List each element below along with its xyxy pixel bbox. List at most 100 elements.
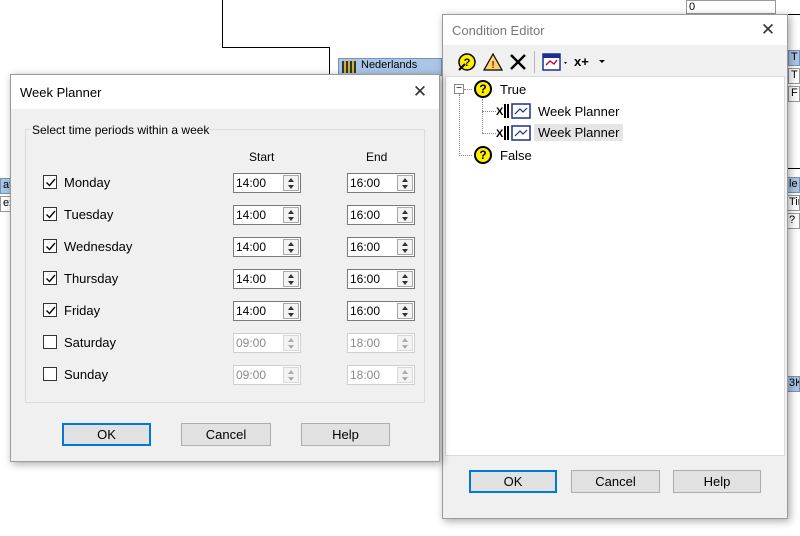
warning-icon[interactable]: ! bbox=[482, 52, 504, 72]
canvas-node-fragment[interactable]: ? bbox=[786, 213, 800, 229]
end-column-header: End bbox=[366, 150, 388, 164]
end-time-spinner[interactable]: 16:00 bbox=[347, 205, 415, 225]
start-time-spinner[interactable]: 09:00 bbox=[233, 365, 301, 385]
start-time-spinner[interactable]: 14:00 bbox=[233, 301, 301, 321]
week-planner-icon: X bbox=[496, 103, 532, 119]
start-time-spinner[interactable]: 14:00 bbox=[233, 173, 301, 193]
close-icon[interactable]: ✕ bbox=[409, 81, 431, 103]
tree-node-true[interactable]: True bbox=[500, 82, 526, 97]
end-time-spinner[interactable]: 16:00 bbox=[347, 269, 415, 289]
canvas-node-fragment[interactable]: T bbox=[788, 50, 800, 66]
day-checkbox[interactable] bbox=[43, 239, 57, 253]
start-time-spinner[interactable]: 14:00 bbox=[233, 237, 301, 257]
help-button[interactable]: Help bbox=[301, 423, 390, 446]
day-checkbox[interactable] bbox=[43, 207, 57, 221]
spin-arrows-icon[interactable] bbox=[283, 207, 299, 223]
condition-ok-button[interactable]: OK bbox=[469, 470, 557, 493]
day-checkbox[interactable] bbox=[43, 335, 57, 349]
spin-arrows-icon[interactable] bbox=[397, 239, 413, 255]
tree-node-week-planner-selected[interactable]: Week Planner bbox=[534, 124, 624, 141]
canvas-node-fragment[interactable]: F bbox=[788, 86, 800, 102]
spin-arrows-icon[interactable] bbox=[397, 271, 413, 287]
spin-arrows-icon[interactable] bbox=[397, 335, 413, 351]
dialog-title: Week Planner bbox=[20, 85, 102, 100]
connector-line bbox=[787, 14, 800, 15]
canvas-node-fragment[interactable]: 0 bbox=[686, 0, 776, 14]
spin-arrows-icon[interactable] bbox=[397, 367, 413, 383]
chevron-down-icon bbox=[599, 60, 605, 63]
day-label: Sunday bbox=[64, 367, 109, 382]
start-time-value: 09:00 bbox=[236, 368, 267, 382]
cancel-button[interactable]: Cancel bbox=[181, 423, 271, 446]
end-time-value: 16:00 bbox=[350, 176, 381, 190]
condition-cancel-button[interactable]: Cancel bbox=[571, 470, 660, 493]
day-row: Sunday 09:00 18:00 bbox=[43, 365, 423, 385]
day-row: Wednesday 14:00 16:00 bbox=[43, 237, 423, 257]
help-wizard-icon[interactable]: ? bbox=[457, 52, 477, 72]
day-label: Friday bbox=[64, 303, 101, 318]
day-label: Tuesday bbox=[64, 207, 114, 222]
question-icon: ? bbox=[474, 146, 492, 164]
connector-line bbox=[329, 47, 330, 75]
svg-text:X: X bbox=[496, 106, 504, 118]
spin-arrows-icon[interactable] bbox=[283, 367, 299, 383]
canvas-node-fragment[interactable]: Tim bbox=[786, 195, 800, 211]
canvas-node-fragment[interactable]: T bbox=[788, 68, 800, 84]
condition-help-button[interactable]: Help bbox=[673, 470, 761, 493]
ok-button[interactable]: OK bbox=[62, 423, 151, 446]
spin-arrows-icon[interactable] bbox=[283, 239, 299, 255]
connector-line bbox=[222, 47, 330, 48]
end-time-spinner[interactable]: 18:00 bbox=[347, 333, 415, 353]
end-time-value: 16:00 bbox=[350, 304, 381, 318]
grid-icon bbox=[342, 61, 356, 73]
start-time-value: 14:00 bbox=[236, 272, 267, 286]
spin-arrows-icon[interactable] bbox=[397, 175, 413, 191]
close-icon[interactable]: ✕ bbox=[757, 19, 779, 41]
tree-node-false[interactable]: False bbox=[500, 148, 532, 163]
condition-toolbar: ? ! x+ bbox=[444, 48, 786, 76]
canvas-node-fragment[interactable]: 3K bbox=[786, 376, 800, 392]
day-label: Saturday bbox=[64, 335, 117, 350]
day-checkbox[interactable] bbox=[43, 303, 57, 317]
tree-node-week-planner[interactable]: Week Planner bbox=[538, 104, 619, 119]
day-checkbox[interactable] bbox=[43, 271, 57, 285]
condition-tree[interactable]: − ? True X Week Planner X Week Planner ?… bbox=[445, 76, 785, 456]
end-time-spinner[interactable]: 18:00 bbox=[347, 365, 415, 385]
start-time-spinner[interactable]: 14:00 bbox=[233, 205, 301, 225]
day-label: Wednesday bbox=[64, 239, 133, 254]
toolbar-separator bbox=[534, 51, 535, 73]
calendar-icon[interactable] bbox=[542, 52, 572, 72]
day-row: Friday 14:00 16:00 bbox=[43, 301, 423, 321]
start-time-value: 14:00 bbox=[236, 176, 267, 190]
spin-arrows-icon[interactable] bbox=[397, 207, 413, 223]
svg-text:?: ? bbox=[464, 57, 471, 69]
question-icon: ? bbox=[474, 80, 492, 98]
start-column-header: Start bbox=[249, 150, 275, 164]
week-planner-icon: X bbox=[496, 125, 532, 141]
day-label: Thursday bbox=[64, 271, 119, 286]
canvas-node-fragment[interactable]: le bbox=[786, 177, 800, 193]
spin-arrows-icon[interactable] bbox=[283, 271, 299, 287]
end-time-spinner[interactable]: 16:00 bbox=[347, 301, 415, 321]
delete-icon[interactable] bbox=[508, 52, 528, 72]
end-time-spinner[interactable]: 16:00 bbox=[347, 237, 415, 257]
day-row: Tuesday 14:00 16:00 bbox=[43, 205, 423, 225]
spin-arrows-icon[interactable] bbox=[283, 175, 299, 191]
end-time-spinner[interactable]: 16:00 bbox=[347, 173, 415, 193]
start-time-spinner[interactable]: 14:00 bbox=[233, 269, 301, 289]
start-time-value: 14:00 bbox=[236, 240, 267, 254]
end-time-value: 16:00 bbox=[350, 208, 381, 222]
day-row: Monday 14:00 16:00 bbox=[43, 173, 423, 193]
day-checkbox[interactable] bbox=[43, 367, 57, 381]
collapse-icon[interactable]: − bbox=[454, 84, 464, 94]
end-time-value: 16:00 bbox=[350, 240, 381, 254]
variable-icon[interactable]: x+ bbox=[574, 54, 608, 72]
spin-arrows-icon[interactable] bbox=[397, 303, 413, 319]
start-time-value: 14:00 bbox=[236, 304, 267, 318]
spin-arrows-icon[interactable] bbox=[283, 303, 299, 319]
day-checkbox[interactable] bbox=[43, 175, 57, 189]
connector-line bbox=[222, 0, 223, 48]
start-time-spinner[interactable]: 09:00 bbox=[233, 333, 301, 353]
end-time-value: 18:00 bbox=[350, 368, 381, 382]
spin-arrows-icon[interactable] bbox=[283, 335, 299, 351]
